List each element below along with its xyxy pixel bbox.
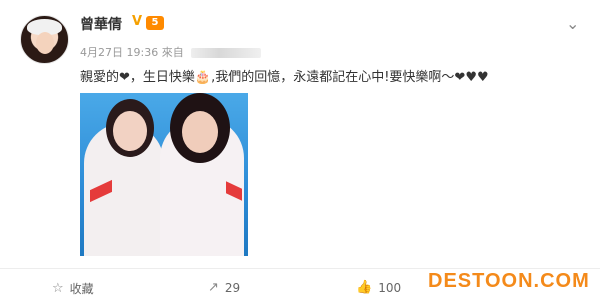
photo-person-right-face xyxy=(182,111,218,153)
post-meta: 4月27日 19:36 來自 xyxy=(80,44,262,60)
username[interactable]: 曾華倩 xyxy=(80,14,122,34)
favorite-label: 收藏 xyxy=(69,282,94,296)
star-icon: ☆ xyxy=(52,281,64,296)
post-source-blurred xyxy=(191,48,262,58)
photo-person-left-face xyxy=(113,111,147,151)
thumbs-up-icon: 👍 xyxy=(356,280,373,295)
share-count: 29 xyxy=(224,280,241,295)
like-button[interactable]: 👍 100 xyxy=(356,280,401,295)
favorite-button[interactable]: ☆ 收藏 xyxy=(52,280,94,297)
share-icon: ↗ xyxy=(208,280,219,295)
post-source-prefix: 來自 xyxy=(161,46,184,59)
level-badge: 5 xyxy=(146,16,164,30)
chevron-down-icon[interactable]: ⌄ xyxy=(566,14,579,33)
post-text: 親愛的❤，生日快樂🎂,我們的回憶，永遠都記在心中!要快樂啊～❤♥♥ xyxy=(80,70,489,85)
avatar-face xyxy=(36,32,54,54)
verified-icon: V xyxy=(132,14,143,29)
action-bar-divider xyxy=(0,268,600,269)
watermark: DESTOON.COM xyxy=(428,270,590,292)
like-count: 100 xyxy=(378,280,402,295)
avatar[interactable] xyxy=(20,15,69,64)
share-button[interactable]: ↗ 29 xyxy=(208,280,240,295)
post-date[interactable]: 4月27日 19:36 xyxy=(80,46,158,59)
post-photo[interactable] xyxy=(80,93,248,256)
